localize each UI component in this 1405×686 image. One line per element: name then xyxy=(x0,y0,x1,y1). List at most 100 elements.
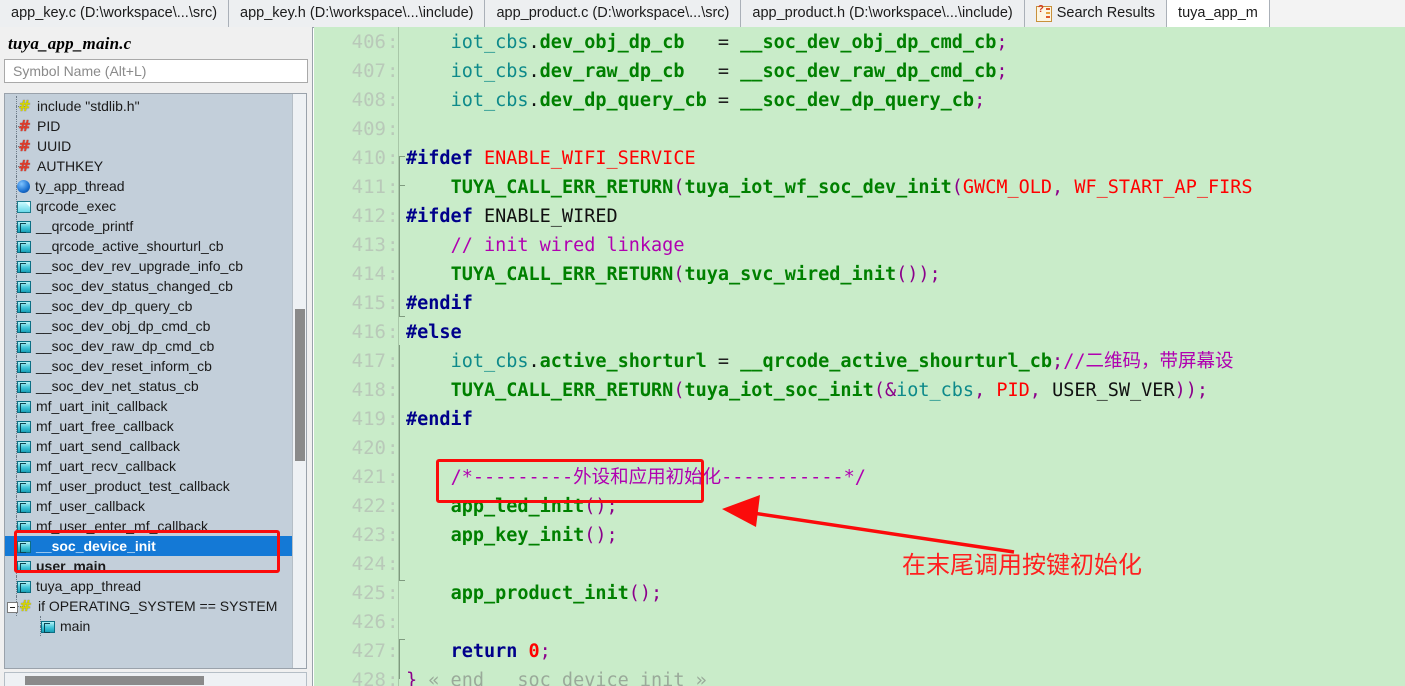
tree-item-8[interactable]: __soc_dev_rev_upgrade_info_cb xyxy=(5,256,293,276)
tree-item-13[interactable]: __soc_dev_reset_inform_cb xyxy=(5,356,293,376)
code-line-407[interactable]: iot_cbs.dev_raw_dp_cb = __soc_dev_raw_dp… xyxy=(406,57,1008,86)
tree-item-label: __soc_dev_status_changed_cb xyxy=(36,278,233,294)
line-number-425: 425 xyxy=(351,582,386,604)
code-token: = xyxy=(706,351,741,372)
symbol-search-box[interactable] xyxy=(4,59,308,83)
line-number-colon: : xyxy=(387,60,399,82)
code-line-415[interactable]: #endif xyxy=(406,289,473,318)
tree-item-9[interactable]: __soc_dev_status_changed_cb xyxy=(5,276,293,296)
tree-item-25[interactable]: # if OPERATING_SYSTEM == SYSTEM xyxy=(5,596,293,616)
function-icon xyxy=(17,341,31,353)
tree-item-17[interactable]: mf_uart_send_callback xyxy=(5,436,293,456)
code-line-422[interactable]: app_led_init(); xyxy=(406,492,618,521)
code-line-417[interactable]: iot_cbs.active_shorturl = __qrcode_activ… xyxy=(406,347,1234,376)
code-token: )); xyxy=(1174,380,1209,401)
tree-item-19[interactable]: mf_user_product_test_callback xyxy=(5,476,293,496)
tree-item-label: user_main xyxy=(36,558,107,574)
annotation-note: 在末尾调用按键初始化 xyxy=(902,551,1142,579)
code-editor[interactable]: 406:407:408:409:410:411:412:413:414:415:… xyxy=(314,27,1405,686)
scrollbar-thumb-horizontal[interactable] xyxy=(25,676,204,685)
code-line-421[interactable]: /*---------外设和应用初始化-----------*/ xyxy=(406,463,866,492)
minus-icon[interactable] xyxy=(7,601,18,613)
function-icon xyxy=(17,501,31,513)
code-token: ENABLE_WIRED xyxy=(483,206,618,227)
tree-item-22[interactable]: __soc_device_init xyxy=(5,536,293,556)
function-icon xyxy=(41,621,55,633)
code-token: . xyxy=(528,32,540,53)
code-token: /*---------外设和应用初始化-----------*/ xyxy=(450,467,866,488)
tree-item-23[interactable]: user_main xyxy=(5,556,293,576)
tree-item-20[interactable]: mf_user_callback xyxy=(5,496,293,516)
code-line-410[interactable]: #ifdef ENABLE_WIFI_SERVICE xyxy=(406,144,696,173)
editor-tab-3[interactable]: app_product.h (D:\workspace\...\include) xyxy=(741,0,1025,27)
search-input[interactable] xyxy=(11,62,301,80)
code-line-428[interactable]: } « end __soc_device_init » xyxy=(406,666,707,686)
line-number-421: 421 xyxy=(351,466,386,488)
code-line-419[interactable]: #endif xyxy=(406,405,473,434)
code-line-411[interactable]: TUYA_CALL_ERR_RETURN(tuya_iot_wf_soc_dev… xyxy=(406,173,1253,202)
symbol-browser-panel: tuya_app_main.c #include "stdlib.h"#PID#… xyxy=(0,27,313,686)
tree-item-10[interactable]: __soc_dev_dp_query_cb xyxy=(5,296,293,316)
tree-item-4[interactable]: ty_app_thread xyxy=(5,176,293,196)
tree-vertical-scrollbar[interactable] xyxy=(292,94,306,668)
code-line-408[interactable]: iot_cbs.dev_dp_query_cb = __soc_dev_dp_q… xyxy=(406,86,986,115)
function-icon xyxy=(17,241,31,253)
tree-item-label: __qrcode_printf xyxy=(36,218,134,234)
function-icon xyxy=(17,301,31,313)
tree-item-14[interactable]: __soc_dev_net_status_cb xyxy=(5,376,293,396)
symbol-tree[interactable]: # include "stdlib.h" # PID # UUID # AUTHKEY ty_a… xyxy=(4,93,307,669)
function-icon xyxy=(17,541,31,553)
tree-item-3[interactable]: # AUTHKEY xyxy=(5,156,293,176)
tree-item-label: ty_app_thread xyxy=(35,178,125,194)
line-number-424: 424 xyxy=(351,553,386,575)
line-number-427: 427 xyxy=(351,640,386,662)
editor-tab-5[interactable]: tuya_app_m xyxy=(1167,0,1270,27)
tree-item-7[interactable]: __qrcode_active_shourturl_cb xyxy=(5,236,293,256)
editor-tab-4[interactable]: Search Results xyxy=(1024,0,1168,27)
tree-item-24[interactable]: tuya_app_thread xyxy=(5,576,293,596)
tree-item-0[interactable]: # include "stdlib.h" xyxy=(5,96,293,116)
tree-item-21[interactable]: mf_user_enter_mf_callback xyxy=(5,516,293,536)
tree-horizontal-scrollbar[interactable] xyxy=(4,672,307,686)
tree-item-26[interactable]: main xyxy=(5,616,293,636)
code-token: #endif xyxy=(406,409,473,430)
tree-item-12[interactable]: __soc_dev_raw_dp_cmd_cb xyxy=(5,336,293,356)
code-token: //二维码，带屏幕设 xyxy=(1063,351,1234,372)
editor-tab-2[interactable]: app_product.c (D:\workspace\...\src) xyxy=(485,0,742,27)
editor-tab-0[interactable]: app_key.c (D:\workspace\...\src) xyxy=(0,0,230,27)
code-line-412[interactable]: #ifdef ENABLE_WIRED xyxy=(406,202,618,231)
line-number-colon: : xyxy=(387,437,399,459)
scrollbar-thumb[interactable] xyxy=(295,309,305,461)
tree-item-2[interactable]: # UUID xyxy=(5,136,293,156)
function-icon xyxy=(17,281,31,293)
tree-item-6[interactable]: __qrcode_printf xyxy=(5,216,293,236)
code-line-413[interactable]: // init wired linkage xyxy=(406,231,685,260)
editor-tab-1[interactable]: app_key.h (D:\workspace\...\include) xyxy=(229,0,486,27)
code-token: . xyxy=(528,61,540,82)
tree-item-18[interactable]: mf_uart_recv_callback xyxy=(5,456,293,476)
code-line-427[interactable]: return 0; xyxy=(406,637,551,666)
code-token: ; xyxy=(974,90,986,111)
tree-item-15[interactable]: mf_uart_init_callback xyxy=(5,396,293,416)
code-token: ; xyxy=(1052,351,1064,372)
line-number-colon: : xyxy=(387,582,399,604)
tree-item-label: main xyxy=(60,618,91,634)
tree-item-5[interactable]: qrcode_exec xyxy=(5,196,293,216)
code-line-425[interactable]: app_product_init(); xyxy=(406,579,663,608)
code-line-406[interactable]: iot_cbs.dev_obj_dp_cb = __soc_dev_obj_dp… xyxy=(406,28,1008,57)
editor-tab-bar[interactable]: app_key.c (D:\workspace\...\src) app_key.… xyxy=(0,0,1405,28)
code-line-414[interactable]: TUYA_CALL_ERR_RETURN(tuya_svc_wired_init… xyxy=(406,260,941,289)
code-line-416[interactable]: #else xyxy=(406,318,462,347)
line-number-colon: : xyxy=(387,611,399,633)
line-number-colon: : xyxy=(387,292,399,314)
code-line-418[interactable]: TUYA_CALL_ERR_RETURN(tuya_iot_soc_init(&… xyxy=(406,376,1208,405)
tree-item-16[interactable]: mf_uart_free_callback xyxy=(5,416,293,436)
tree-item-label: mf_user_product_test_callback xyxy=(36,478,230,494)
tree-item-1[interactable]: # PID xyxy=(5,116,293,136)
code-content[interactable]: iot_cbs.dev_obj_dp_cb = __soc_dev_obj_dp… xyxy=(406,27,1405,686)
code-token: iot_cbs xyxy=(896,380,975,401)
code-line-423[interactable]: app_key_init(); xyxy=(406,521,618,550)
tree-item-11[interactable]: __soc_dev_obj_dp_cmd_cb xyxy=(5,316,293,336)
